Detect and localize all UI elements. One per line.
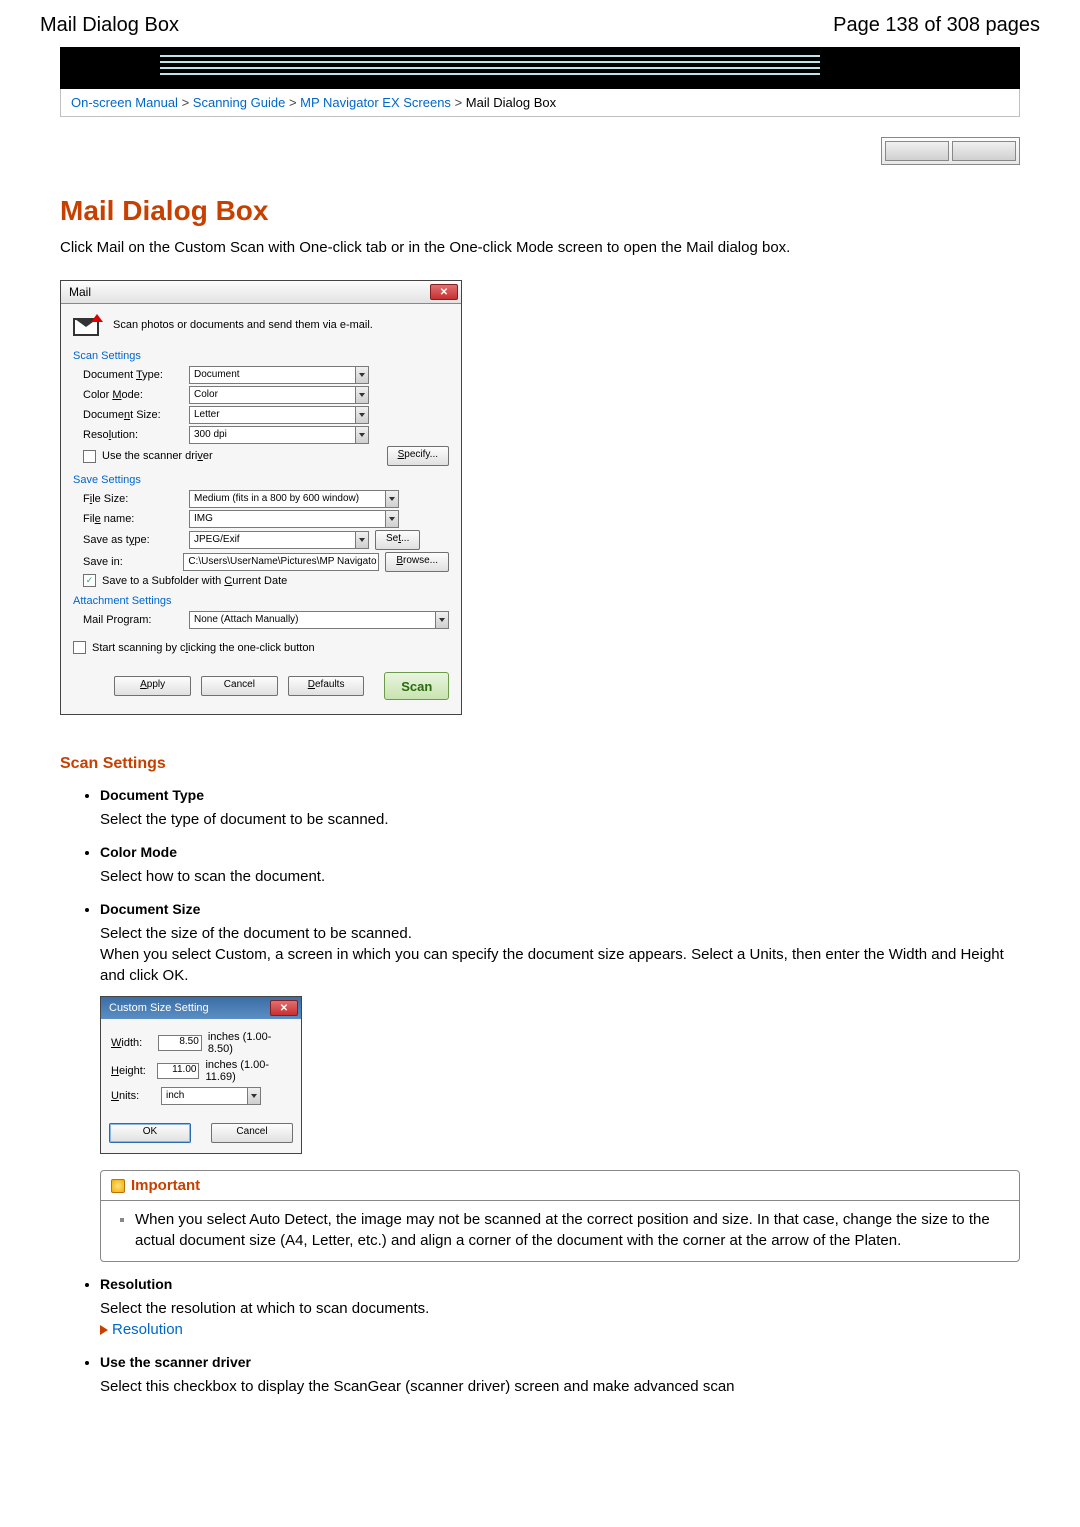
header-left: Mail Dialog Box (40, 14, 179, 37)
label-resolution: Resolution: (83, 429, 183, 441)
specify-button[interactable]: Specify... (387, 446, 449, 466)
select-file-size[interactable]: Medium (fits in a 800 by 600 window) (189, 490, 399, 508)
item-color-mode: Color Mode Select how to scan the docume… (100, 844, 1020, 887)
close-icon[interactable]: ✕ (430, 284, 458, 300)
label-save-in: Save in: (83, 556, 177, 568)
breadcrumb-link-0[interactable]: On-screen Manual (71, 95, 178, 110)
select-doc-size[interactable]: Letter (189, 406, 369, 424)
page-title: Mail Dialog Box (60, 195, 1020, 227)
toolbar (881, 137, 1020, 165)
apply-button[interactable]: Apply (114, 676, 191, 696)
select-save-as-type[interactable]: JPEG/Exif (189, 531, 369, 549)
dialog-subtitle: Scan photos or documents and send them v… (113, 319, 373, 331)
dialog-title: Mail (69, 285, 91, 299)
important-item: When you select Auto Detect, the image m… (135, 1209, 1007, 1251)
cancel-button[interactable]: Cancel (201, 676, 278, 696)
header-right: Page 138 of 308 pages (833, 14, 1040, 37)
set-button[interactable]: Set... (375, 530, 420, 550)
intro-text: Click Mail on the Custom Scan with One-c… (60, 239, 1020, 256)
input-save-in[interactable]: C:\Users\UserName\Pictures\MP Navigato (183, 553, 379, 571)
breadcrumb-link-1[interactable]: Scanning Guide (193, 95, 286, 110)
cs-units-select[interactable]: inch (161, 1087, 261, 1105)
select-resolution[interactable]: 300 dpi (189, 426, 369, 444)
item-resolution: Resolution Select the resolution at whic… (100, 1276, 1020, 1340)
defaults-button[interactable]: Defaults (288, 676, 365, 696)
select-doc-type[interactable]: Document (189, 366, 369, 384)
checkbox-start-oneclick[interactable] (73, 641, 86, 654)
cs-height-input[interactable]: 11.00 (157, 1063, 199, 1079)
mail-icon (73, 314, 103, 336)
select-mail-program[interactable]: None (Attach Manually) (189, 611, 449, 629)
checkbox-subfolder[interactable]: ✓ (83, 574, 96, 587)
cs-height-label: Height: (111, 1065, 151, 1077)
cs-title: Custom Size Setting (109, 1002, 209, 1014)
banner (60, 47, 1020, 89)
label-color-mode: Color Mode: (83, 389, 183, 401)
item-use-scanner-driver: Use the scanner driver Select this check… (100, 1354, 1020, 1397)
chevron-down-icon (385, 511, 398, 527)
cs-height-range: inches (1.00-11.69) (205, 1059, 291, 1083)
breadcrumb-link-2[interactable]: MP Navigator EX Screens (300, 95, 451, 110)
section-scan-settings: Scan Settings (60, 755, 1020, 773)
chevron-down-icon (355, 407, 368, 423)
chevron-down-icon (385, 491, 398, 507)
toolbar-btn-1[interactable] (885, 141, 949, 161)
chevron-down-icon (435, 612, 448, 628)
chevron-down-icon (355, 532, 368, 548)
label-subfolder: Save to a Subfolder with Current Date (102, 575, 287, 587)
chevron-down-icon (355, 387, 368, 403)
group-scan-settings: Scan Settings (73, 350, 449, 362)
group-attachment-settings: Attachment Settings (73, 595, 449, 607)
resolution-link[interactable]: Resolution (100, 1321, 183, 1338)
chevron-down-icon (355, 367, 368, 383)
label-file-name: File name: (83, 513, 183, 525)
breadcrumb: On-screen Manual > Scanning Guide > MP N… (60, 89, 1020, 117)
cs-cancel-button[interactable]: Cancel (211, 1123, 293, 1143)
warning-icon (111, 1179, 125, 1193)
item-document-size: Document Size Select the size of the doc… (100, 901, 1020, 1262)
cs-units-label: Units: (111, 1090, 155, 1102)
label-start-oneclick: Start scanning by clicking the one-click… (92, 642, 315, 654)
cs-width-range: inches (1.00-8.50) (208, 1031, 291, 1055)
browse-button[interactable]: Browse... (385, 552, 449, 572)
close-icon[interactable]: ✕ (270, 1000, 298, 1016)
custom-size-dialog: Custom Size Setting ✕ Width: 8.50 inches… (100, 996, 302, 1154)
cs-ok-button[interactable]: OK (109, 1123, 191, 1143)
chevron-down-icon (355, 427, 368, 443)
select-color-mode[interactable]: Color (189, 386, 369, 404)
group-save-settings: Save Settings (73, 474, 449, 486)
breadcrumb-current: Mail Dialog Box (466, 95, 556, 110)
item-document-type: Document Type Select the type of documen… (100, 787, 1020, 830)
label-use-driver: Use the scanner driver (102, 450, 213, 462)
label-save-as-type: Save as type: (83, 534, 183, 546)
scan-button[interactable]: Scan (384, 672, 449, 700)
cs-width-label: Width: (111, 1037, 152, 1049)
toolbar-btn-2[interactable] (952, 141, 1016, 161)
important-box: Important When you select Auto Detect, t… (100, 1170, 1020, 1262)
label-file-size: File Size: (83, 493, 183, 505)
input-file-name[interactable]: IMG (189, 510, 399, 528)
checkbox-use-driver[interactable] (83, 450, 96, 463)
mail-dialog: Mail ✕ Scan photos or documents and send… (60, 280, 462, 715)
label-doc-size: Document Size: (83, 409, 183, 421)
chevron-down-icon (247, 1088, 260, 1104)
label-mail-program: Mail Program: (83, 614, 183, 626)
cs-width-input[interactable]: 8.50 (158, 1035, 202, 1051)
label-doc-type: Document Type: (83, 369, 183, 381)
